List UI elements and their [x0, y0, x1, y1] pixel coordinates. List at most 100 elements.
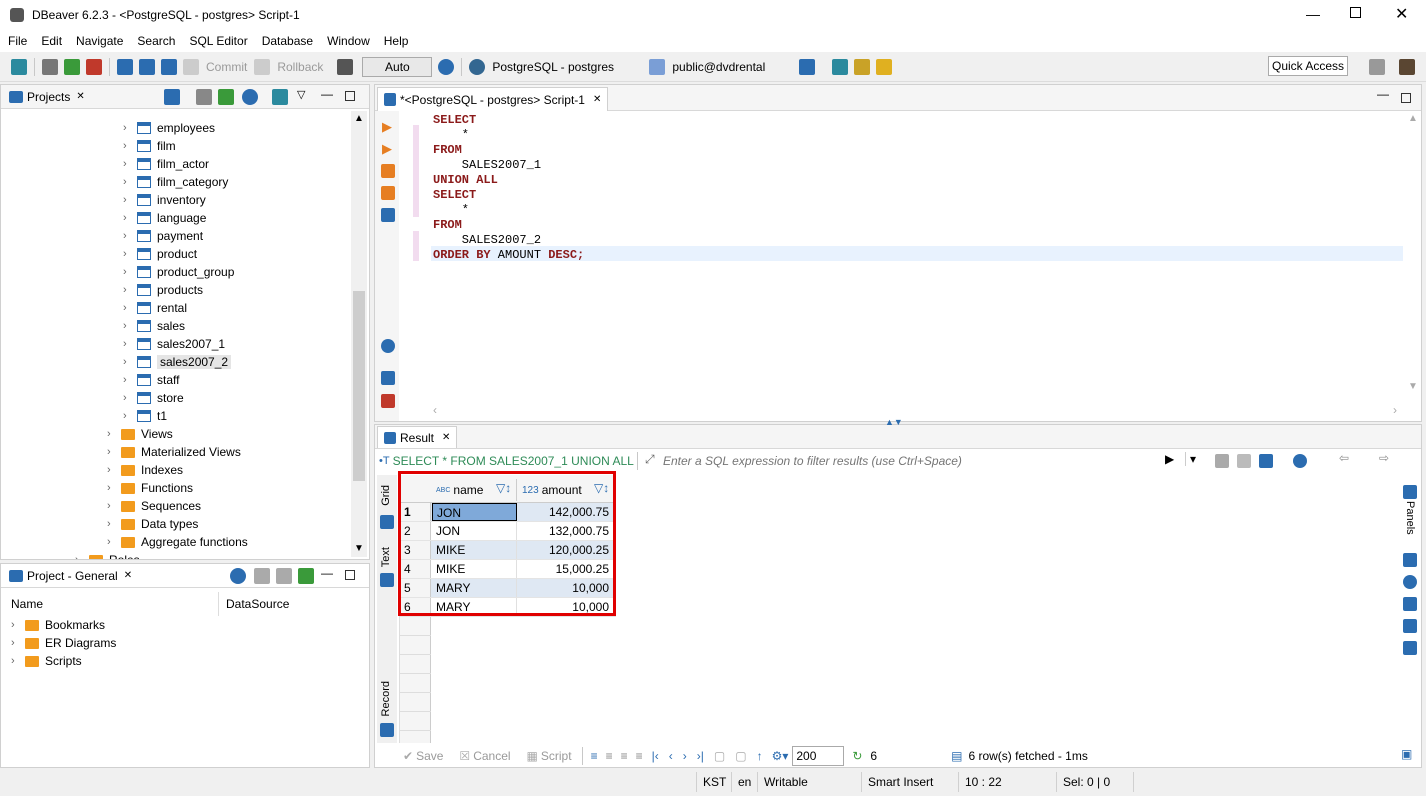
view-menu-icon[interactable]: ▽	[297, 88, 305, 101]
chevron-right-icon[interactable]: ›	[123, 123, 133, 134]
refresh-icon[interactable]	[1293, 454, 1307, 468]
save-filter-icon[interactable]	[1259, 454, 1273, 468]
tree-item-table[interactable]: › sales	[123, 317, 185, 335]
back-icon[interactable]: ⇦	[1339, 451, 1349, 465]
chevron-right-icon[interactable]: ›	[123, 249, 133, 260]
tree-item-table[interactable]: › product	[123, 245, 197, 263]
cancel-icon[interactable]: ☒	[459, 749, 470, 763]
chevron-right-icon[interactable]: ›	[123, 321, 133, 332]
chevron-right-icon[interactable]: ›	[75, 555, 85, 560]
group-icon[interactable]	[1403, 619, 1417, 633]
scroll-down-icon[interactable]: ▼	[354, 543, 364, 554]
maximize-view-icon[interactable]	[1401, 93, 1411, 103]
close-window-button[interactable]: ✕	[1395, 4, 1408, 24]
new-connection-icon[interactable]	[11, 58, 27, 75]
reconnect-icon[interactable]	[64, 58, 80, 75]
history-icon[interactable]	[438, 58, 455, 75]
tree-item-table[interactable]: › rental	[123, 299, 187, 317]
close-icon[interactable]: ✕	[76, 91, 84, 102]
tree-item-table[interactable]: › payment	[123, 227, 203, 245]
vertical-scrollbar[interactable]: ▲ ▼	[1405, 111, 1421, 401]
scroll-down-icon[interactable]: ▼	[1408, 381, 1418, 392]
first-page-icon[interactable]: |‹	[652, 749, 659, 763]
chevron-right-icon[interactable]: ›	[123, 177, 133, 188]
code-line[interactable]: UNION ALL	[433, 173, 498, 188]
next-page-icon[interactable]: ›	[683, 749, 687, 763]
script-icon[interactable]: ▦	[527, 749, 538, 763]
settings-icon[interactable]: ⚙▾	[772, 749, 789, 763]
tree-scrollbar[interactable]: ▲ ▼	[351, 111, 367, 557]
fetch-size-input[interactable]: 200	[792, 746, 845, 766]
fetch-all-icon[interactable]: ▢	[735, 749, 746, 763]
menu-help[interactable]: Help	[384, 34, 409, 48]
tree-item-table[interactable]: › store	[123, 389, 184, 407]
code-line[interactable]: FROM	[433, 218, 462, 233]
eraser-icon[interactable]	[1215, 454, 1229, 468]
menu-edit[interactable]: Edit	[41, 34, 62, 48]
add-row-icon[interactable]: ≡	[606, 749, 613, 763]
tree-item-folder[interactable]: › Functions	[107, 479, 193, 497]
record-icon[interactable]	[380, 723, 394, 737]
code-line[interactable]: *	[433, 128, 469, 143]
scroll-left-icon[interactable]: ‹	[433, 403, 437, 417]
text-tab[interactable]: Text	[380, 547, 392, 567]
value-viewer-icon[interactable]	[1403, 553, 1417, 567]
new-folder-icon[interactable]	[164, 89, 180, 105]
tree-item-folder[interactable]: › Aggregate functions	[107, 533, 248, 551]
filter-history-icon[interactable]: ▾	[1185, 452, 1196, 466]
panel-toggle-icon[interactable]: ▣	[1401, 747, 1412, 761]
menu-window[interactable]: Window	[327, 34, 370, 48]
export-icon[interactable]: ↑	[757, 749, 763, 763]
editor-tab[interactable]: *<PostgreSQL - postgres> Script-1 ✕	[377, 87, 609, 111]
chevron-right-icon[interactable]: ›	[123, 141, 133, 152]
tree-item-table[interactable]: › employees	[123, 119, 215, 137]
copy-row-icon[interactable]: ≡	[621, 749, 628, 763]
minimize-view-icon[interactable]: —	[321, 566, 333, 580]
expand-icon[interactable]	[276, 568, 292, 584]
chevron-right-icon[interactable]: ›	[123, 411, 133, 422]
code-line[interactable]: SALES2007_2	[433, 233, 541, 248]
chevron-right-icon[interactable]: ›	[123, 213, 133, 224]
link-editor-icon[interactable]	[298, 568, 314, 584]
maximize-button[interactable]	[1350, 7, 1361, 18]
chevron-right-icon[interactable]: ›	[123, 375, 133, 386]
script-button[interactable]: Script	[541, 749, 572, 763]
scroll-up-icon[interactable]: ▲	[1408, 113, 1418, 124]
tree-item-table[interactable]: › products	[123, 281, 203, 299]
last-page-icon[interactable]: ›|	[697, 749, 704, 763]
minimize-view-icon[interactable]: —	[321, 87, 333, 101]
chevron-right-icon[interactable]: ›	[107, 537, 117, 548]
editor-scrollbar[interactable]: ‹ ›	[431, 403, 1405, 419]
filter-input[interactable]	[663, 451, 1153, 471]
dashboard-icon[interactable]	[832, 58, 849, 75]
perspective-icon[interactable]	[1369, 59, 1385, 75]
record-tab[interactable]: Record	[380, 681, 392, 716]
chevron-right-icon[interactable]: ›	[11, 656, 21, 667]
tree-item-table[interactable]: › product_group	[123, 263, 234, 281]
chevron-right-icon[interactable]: ›	[123, 159, 133, 170]
tree-item-table[interactable]: › film_actor	[123, 155, 209, 173]
menu-search[interactable]: Search	[137, 34, 175, 48]
code-line[interactable]: *	[433, 203, 469, 218]
forward-icon[interactable]: ⇨	[1379, 451, 1389, 465]
connect-icon[interactable]	[42, 58, 58, 75]
close-icon[interactable]: ✕	[442, 432, 450, 443]
tree-item-folder[interactable]: › Views	[107, 425, 173, 443]
scroll-up-icon[interactable]: ▲	[354, 113, 364, 124]
layout-icon[interactable]	[1403, 641, 1417, 655]
maximize-view-icon[interactable]	[345, 570, 355, 580]
scroll-right-icon[interactable]: ›	[1393, 403, 1397, 417]
code-line[interactable]: SELECT	[433, 113, 476, 128]
code-line[interactable]: SELECT	[433, 188, 476, 203]
tree-item-folder[interactable]: › Data types	[107, 515, 198, 533]
grid-tab[interactable]: Grid	[380, 485, 392, 506]
menu-navigate[interactable]: Navigate	[76, 34, 123, 48]
fetch-next-icon[interactable]: ▢	[714, 749, 725, 763]
tree-item-table[interactable]: › language	[123, 209, 206, 227]
chevron-right-icon[interactable]: ›	[123, 357, 133, 368]
menu-database[interactable]: Database	[262, 34, 313, 48]
active-connection[interactable]: PostgreSQL - postgres	[492, 60, 642, 74]
collapse-icon[interactable]	[254, 568, 270, 584]
chevron-right-icon[interactable]: ›	[123, 285, 133, 296]
transaction-mode-icon[interactable]	[337, 58, 354, 75]
